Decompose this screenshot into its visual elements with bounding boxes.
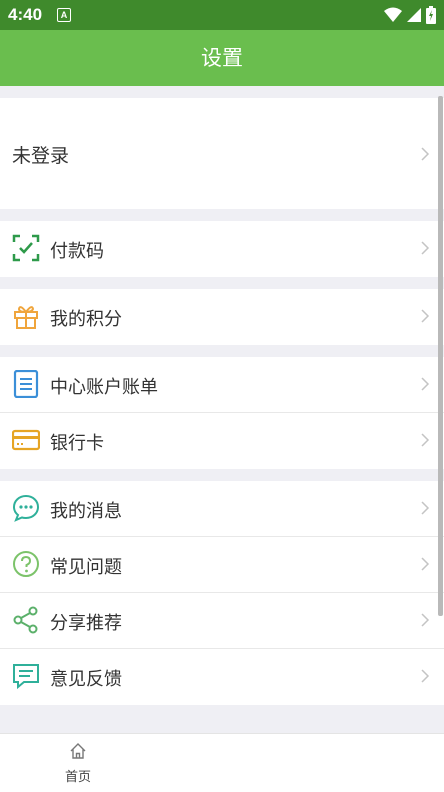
menu-item-feedback[interactable]: 意见反馈 xyxy=(0,649,444,705)
battery-icon xyxy=(426,6,436,24)
chevron-right-icon xyxy=(421,433,430,447)
nav-home[interactable]: 首页 xyxy=(50,734,106,792)
menu-item-share[interactable]: 分享推荐 xyxy=(0,593,444,649)
nav-home-label: 首页 xyxy=(64,770,91,785)
chevron-right-icon xyxy=(421,669,430,683)
chat-bubble-icon xyxy=(12,494,40,522)
document-list-icon xyxy=(13,370,39,398)
chevron-right-icon xyxy=(421,557,430,571)
wifi-icon xyxy=(384,7,402,22)
menu-item-bank-card[interactable]: 银行卡 xyxy=(0,413,444,469)
menu-label: 中心账户账单 xyxy=(50,377,158,398)
section-gap xyxy=(0,277,444,289)
menu-item-pay-code[interactable]: 付款码 xyxy=(0,221,444,277)
login-label: 未登录 xyxy=(12,145,70,167)
home-icon xyxy=(70,743,86,759)
chevron-right-icon xyxy=(421,309,430,323)
scan-check-icon xyxy=(12,234,40,262)
chevron-right-icon xyxy=(421,377,430,391)
question-circle-icon xyxy=(13,551,39,577)
feedback-icon xyxy=(13,664,39,690)
credit-card-icon xyxy=(12,429,40,451)
menu-label: 我的积分 xyxy=(50,309,122,330)
status-bar: 4:40 A xyxy=(0,0,444,30)
chevron-right-icon xyxy=(421,501,430,515)
menu-label: 常见问题 xyxy=(50,557,122,578)
menu-label: 银行卡 xyxy=(50,433,104,454)
menu-item-messages[interactable]: 我的消息 xyxy=(0,481,444,537)
bottom-nav: 首页 xyxy=(0,733,444,792)
section-gap xyxy=(0,469,444,481)
menu-item-points[interactable]: 我的积分 xyxy=(0,289,444,345)
chevron-right-icon xyxy=(421,613,430,627)
section-gap xyxy=(0,345,444,357)
status-icons xyxy=(384,6,436,24)
menu-label: 意见反馈 xyxy=(50,669,122,690)
page-title: 设置 xyxy=(0,30,444,86)
status-time: 4:40 xyxy=(8,5,43,24)
share-icon xyxy=(13,606,38,634)
menu-label: 分享推荐 xyxy=(50,613,122,634)
menu-label: 付款码 xyxy=(50,241,104,262)
section-gap xyxy=(0,86,444,98)
settings-content: 未登录 付款码 我的积分 中心账户账单 银行卡 我的消息 常见问题 分享推荐 意… xyxy=(0,86,444,705)
menu-item-faq[interactable]: 常见问题 xyxy=(0,537,444,593)
chevron-right-icon xyxy=(421,241,430,255)
scrollbar[interactable] xyxy=(438,96,443,616)
signal-icon xyxy=(407,8,421,22)
menu-item-bill[interactable]: 中心账户账单 xyxy=(0,357,444,413)
notification-icon: A xyxy=(57,8,71,22)
section-gap xyxy=(0,209,444,221)
login-row[interactable]: 未登录 xyxy=(0,98,444,209)
chevron-right-icon xyxy=(421,147,430,161)
menu-label: 我的消息 xyxy=(50,501,122,522)
gift-icon xyxy=(14,306,38,329)
